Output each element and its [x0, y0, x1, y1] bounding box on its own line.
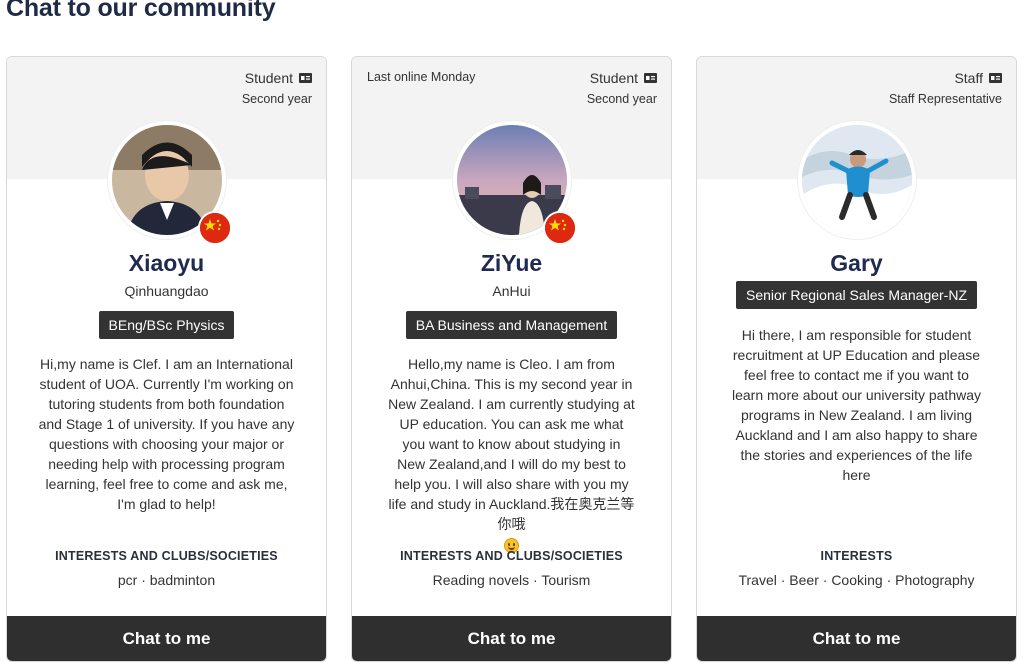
profile-card-ziyue: Last online Monday Student Second year Z… — [351, 56, 672, 662]
interests-list: Reading novels · Tourism — [432, 572, 591, 588]
interests-list: Travel · Beer · Cooking · Photography — [738, 572, 975, 588]
id-card-icon — [644, 73, 657, 83]
profile-location: Qinhuangdao — [124, 283, 209, 299]
program-row: BA Business and Management — [352, 311, 671, 339]
profile-bio: Hello,my name is Cleo. I am from Anhui,C… — [388, 356, 635, 532]
program-badge: BA Business and Management — [405, 311, 618, 339]
profile-bio: Hi,my name is Clef. I am an Internationa… — [38, 356, 295, 512]
program-row: Senior Regional Sales Manager-NZ — [697, 281, 1016, 309]
chat-button[interactable]: Chat to me — [352, 616, 671, 661]
profile-location: AnHui — [492, 283, 531, 299]
role-text: Student — [589, 70, 638, 86]
avatar-container — [107, 121, 232, 245]
interests-title: INTERESTS — [820, 549, 893, 563]
profile-name: Xiaoyu — [128, 250, 205, 276]
profile-card-xiaoyu: Student Second year Xiaoyu Qinhuangdao B… — [6, 56, 327, 662]
last-online-status: Last online Monday — [367, 70, 476, 84]
profile-bio-wrap: Hello,my name is Cleo. I am from Anhui,C… — [388, 354, 635, 554]
profile-name: ZiYue — [480, 250, 543, 276]
program-badge: BEng/BSc Physics — [98, 311, 235, 339]
profile-card-gary: Staff Staff Representative Gary Senior R… — [696, 56, 1017, 662]
position-badge: Senior Regional Sales Manager-NZ — [736, 281, 977, 309]
chat-button[interactable]: Chat to me — [7, 616, 326, 661]
role-label: Student — [590, 70, 657, 86]
china-flag-icon — [542, 211, 577, 245]
role-detail: Second year — [241, 92, 312, 106]
china-flag-icon — [197, 211, 232, 245]
role-detail: Staff Representative — [888, 92, 1002, 106]
community-cards: Student Second year Xiaoyu Qinhuangdao B… — [6, 56, 1017, 662]
role-text: Student — [244, 70, 293, 86]
id-card-icon — [299, 73, 312, 83]
profile-bio: Hi there, I am responsible for student r… — [731, 327, 982, 483]
avatar-container — [797, 121, 916, 239]
interests-list: pcr · badminton — [117, 572, 216, 588]
interests-title: INTERESTS AND CLUBS/SOCIETIES — [55, 549, 278, 563]
interests-title: INTERESTS AND CLUBS/SOCIETIES — [400, 549, 623, 563]
role-detail: Second year — [586, 92, 657, 106]
chat-button[interactable]: Chat to me — [697, 616, 1016, 661]
page-title: Chat to our community — [6, 0, 276, 22]
role-text: Staff — [954, 70, 983, 86]
program-row: BEng/BSc Physics — [7, 311, 326, 339]
role-label: Staff — [954, 70, 1002, 86]
id-card-icon — [989, 73, 1002, 83]
role-label: Student — [245, 70, 312, 86]
avatar — [797, 121, 916, 239]
profile-name: Gary — [830, 250, 883, 276]
avatar-container — [452, 121, 577, 245]
